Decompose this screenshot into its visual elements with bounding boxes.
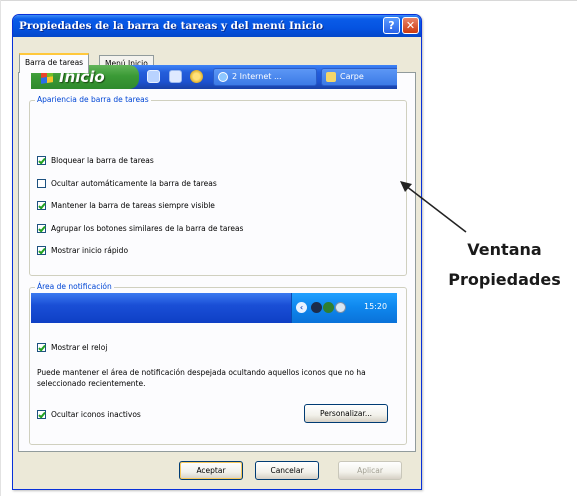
arrow-head [400,181,412,192]
annotation-line-2: Propiedades [448,270,561,289]
arrow-line [405,185,467,233]
annotation-line-1: Ventana [467,240,542,259]
tab-taskbar[interactable]: Barra de tareas [19,53,90,73]
